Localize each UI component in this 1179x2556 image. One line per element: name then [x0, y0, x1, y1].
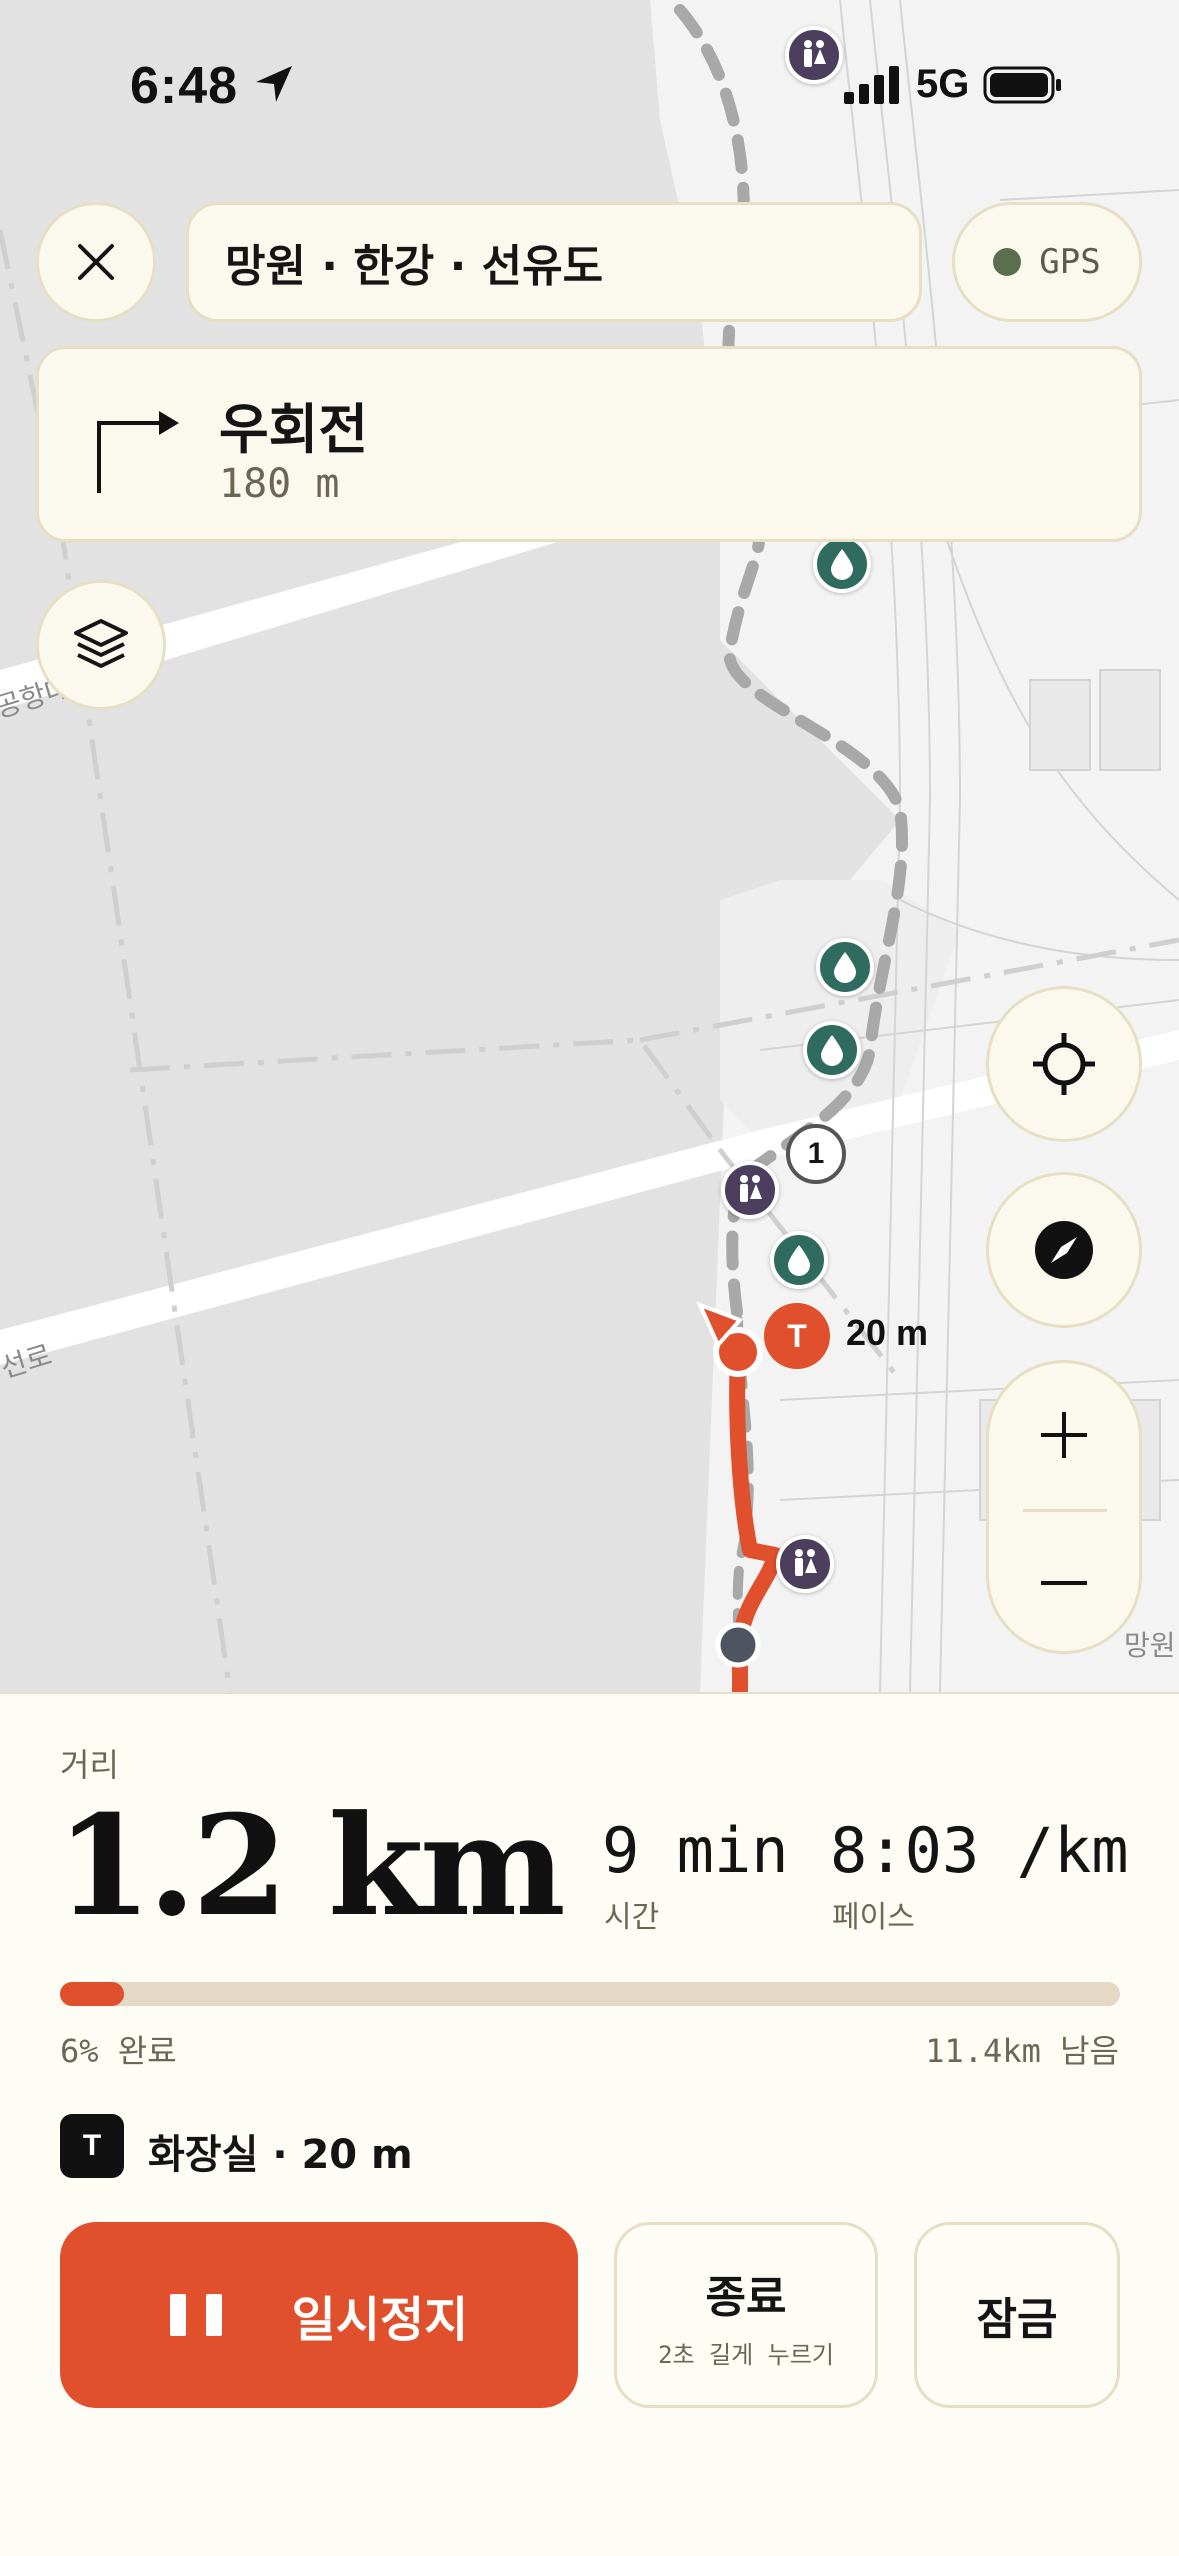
- pause-button[interactable]: 일시정지: [60, 2222, 578, 2408]
- network-type: 5G: [916, 62, 970, 106]
- pause-label: 일시정지: [291, 2292, 469, 2348]
- toilet-target-marker[interactable]: T: [764, 1303, 830, 1369]
- gps-status-dot: [993, 248, 1022, 276]
- water-poi-icon[interactable]: [813, 535, 871, 593]
- water-poi-icon[interactable]: [803, 1021, 861, 1079]
- layers-button[interactable]: [36, 580, 166, 710]
- pace-label: 페이스: [832, 1900, 915, 1935]
- turn-instruction-card[interactable]: 우회전 180 m: [36, 346, 1142, 542]
- target-distance-label: 20 m: [846, 1312, 929, 1353]
- locate-me-button[interactable]: [986, 986, 1142, 1142]
- map-view[interactable]: 공항대 선로 망원 1 T 20 m 6:48 5G 망원 · 한강 · 선유도…: [0, 0, 1179, 1692]
- gps-label: GPS: [1039, 242, 1101, 282]
- close-button[interactable]: [36, 202, 156, 322]
- close-icon: [78, 244, 114, 280]
- distance-label: 거리: [60, 1746, 119, 1784]
- progress-remaining: 11.4km 남음: [925, 2032, 1119, 2070]
- next-point-text: 화장실 · 20 m: [148, 2132, 413, 2178]
- compass-icon: [1035, 1221, 1093, 1279]
- compass-button[interactable]: [986, 1172, 1142, 1328]
- workout-panel: 거리 1.2 km 9 min 시간 8:03 /km 페이스 6% 완료 11…: [0, 1692, 1179, 2556]
- route-name: 망원 · 한강 · 선유도: [225, 241, 604, 292]
- location-arrow-icon: [252, 62, 296, 110]
- end-button[interactable]: 종료 2초 길게 누르기: [614, 2222, 878, 2408]
- time-label: 시간: [604, 1900, 660, 1935]
- turn-distance: 180 m: [219, 461, 340, 507]
- end-hint: 2초 길게 누르기: [658, 2340, 834, 2369]
- water-poi-icon[interactable]: [816, 938, 874, 996]
- zoom-in-button[interactable]: [989, 1363, 1139, 1507]
- route-name-field[interactable]: 망원 · 한강 · 선유도: [186, 202, 922, 322]
- water-poi-icon[interactable]: [770, 1231, 828, 1289]
- layers-icon: [74, 619, 128, 668]
- gps-status-button[interactable]: GPS: [952, 202, 1142, 322]
- status-time: 6:48: [130, 57, 239, 115]
- crosshair-icon: [1033, 1033, 1095, 1095]
- minus-icon: [1041, 1581, 1087, 1585]
- end-label: 종료: [705, 2271, 787, 2323]
- zoom-out-button[interactable]: [989, 1511, 1139, 1655]
- progress-bar-fill: [60, 1982, 124, 2006]
- pace-value: 8:03 /km: [830, 1814, 1129, 1887]
- progress-completed: 6% 완료: [60, 2032, 177, 2070]
- signal-bars-icon: [844, 65, 899, 104]
- toilet-poi-icon[interactable]: [721, 1161, 779, 1219]
- turn-instruction: 우회전: [219, 398, 369, 461]
- time-value: 9 min: [602, 1814, 789, 1887]
- battery-icon: [983, 66, 1062, 103]
- toilet-poi-icon[interactable]: [785, 26, 843, 84]
- zoom-controls: [986, 1360, 1142, 1654]
- turn-right-icon: [97, 411, 179, 493]
- pause-icon: [169, 2294, 222, 2336]
- next-point-badge: T: [60, 2114, 124, 2178]
- status-indicators: 5G: [844, 62, 1063, 107]
- lock-label: 잠금: [976, 2294, 1058, 2345]
- waypoint-marker[interactable]: 1: [786, 1124, 846, 1184]
- lock-button[interactable]: 잠금: [914, 2222, 1120, 2408]
- distance-value: 1.2 km: [56, 1784, 566, 1947]
- toilet-poi-icon[interactable]: [776, 1535, 834, 1593]
- plus-icon: [1041, 1412, 1087, 1458]
- progress-bar: [60, 1982, 1120, 2006]
